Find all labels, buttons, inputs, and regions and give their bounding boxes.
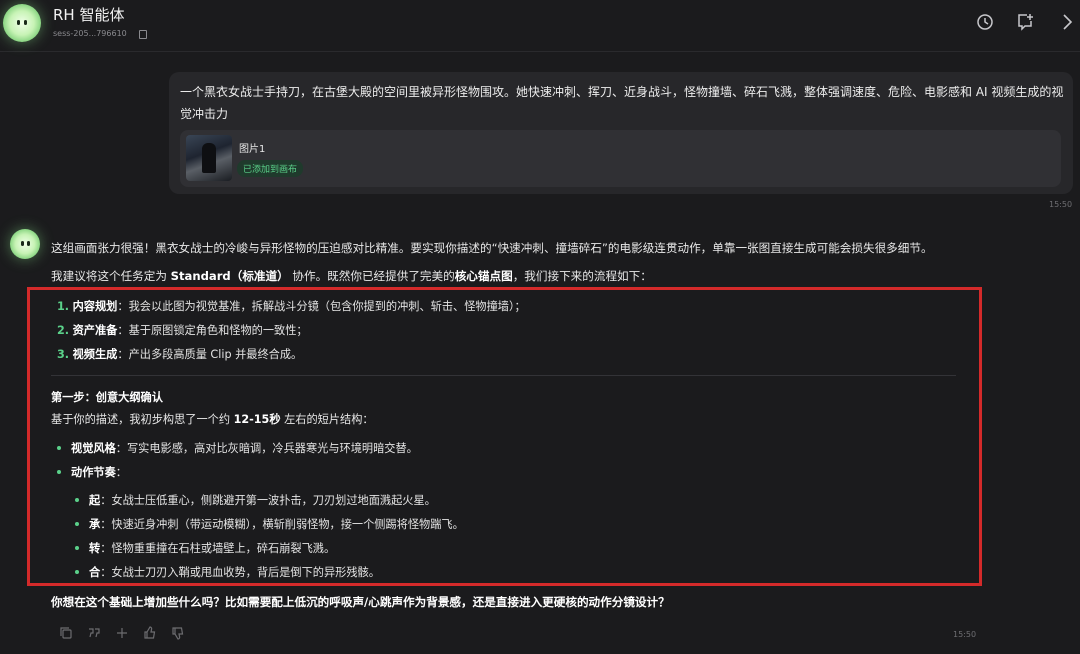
copy-icon[interactable]: [59, 626, 73, 640]
beat-title: 转: [89, 542, 101, 555]
ai-plan-text: 我建议将这个任务定为 Standard（标准道） 协作。既然你已经提供了完美的核…: [51, 268, 652, 284]
user-message-bubble: 一个黑衣女战士手持刀，在古堡大殿的空间里被异形怪物围攻。她快速冲刺、挥刀、近身战…: [169, 72, 1073, 194]
step-title: 内容规划: [72, 300, 118, 313]
chat-header: RH 智能体 sess-205...796610: [0, 0, 1080, 52]
beat-title: 承: [89, 518, 101, 531]
bullet-dot: [75, 546, 79, 550]
quote-icon[interactable]: [87, 626, 101, 640]
new-chat-icon[interactable]: [1016, 13, 1034, 31]
bullet-item: 动作节奏：: [57, 464, 127, 480]
bullet-dot: [75, 522, 79, 526]
bullet-text: ：: [115, 466, 127, 479]
attachment-thumbnail[interactable]: [186, 135, 232, 181]
plan-anchor: 核心锚点图: [454, 269, 513, 283]
bullet-item: 视觉风格：写实电影感，高对比灰暗调，冷兵器寒光与环境明暗交替。: [57, 440, 418, 456]
ai-avatar: [10, 229, 40, 259]
attachment-name: 图片1: [239, 144, 266, 155]
beat-item: 起：女战士压低重心，侧跳避开第一波扑击，刀刃划过地面溅起火星。: [75, 492, 436, 508]
plan-mid: 协作。既然你已经提供了完美的: [288, 269, 455, 283]
step-title: 视频生成: [72, 348, 118, 361]
plan-post: ，我们接下来的流程如下：: [512, 269, 652, 283]
structure-duration: 12-15秒: [233, 413, 281, 426]
step-number: 2.: [57, 324, 70, 337]
bullet-dot: [57, 470, 61, 474]
chevron-right-icon[interactable]: [1058, 13, 1076, 31]
ai-intro-text: 这组画面张力很强！黑衣女战士的冷峻与异形怪物的压迫感对比精准。要实现你描述的“快…: [51, 241, 933, 255]
beat-title: 起: [89, 494, 101, 507]
session-id: sess-205...796610: [53, 29, 127, 38]
ai-message-time: 15:50: [953, 630, 977, 639]
step-item: 3. 视频生成：产出多段高质量 Clip 并最终合成。: [57, 346, 302, 362]
structure-text: 基于你的描述，我初步构思了一个约 12-15秒 左右的短片结构：: [51, 411, 374, 427]
user-message-text: 一个黑衣女战士手持刀，在古堡大殿的空间里被异形怪物围攻。她快速冲刺、挥刀、近身战…: [180, 85, 1064, 121]
thumbs-down-icon[interactable]: [171, 626, 185, 640]
beat-item: 合：女战士刀刃入鞘或甩血收势，背后是倒下的异形残骸。: [75, 564, 380, 580]
attachment-status-badge: 已添加到画布: [237, 160, 304, 177]
beat-text: ：女战士刀刃入鞘或甩血收势，背后是倒下的异形残骸。: [100, 566, 380, 579]
beat-text: ：快速近身冲刺（带运动模糊），横斩削弱怪物，接一个侧踢将怪物踹飞。: [100, 518, 464, 531]
plan-mode: Standard（标准道）: [170, 269, 289, 283]
plan-pre: 我建议将这个任务定为: [51, 269, 171, 283]
step-text: ：产出多段高质量 Clip 并最终合成。: [117, 348, 303, 361]
agent-title: RH 智能体: [53, 6, 125, 24]
bullet-dot: [75, 570, 79, 574]
bullet-title: 视觉风格: [71, 442, 116, 455]
agent-avatar: [3, 4, 41, 42]
beat-text: ：怪物重重撞在石柱或墙壁上，碎石崩裂飞溅。: [100, 542, 336, 555]
beat-text: ：女战士压低重心，侧跳避开第一波扑击，刀刃划过地面溅起火星。: [100, 494, 436, 507]
bullet-dot: [57, 446, 61, 450]
beat-item: 承：快速近身冲刺（带运动模糊），横斩削弱怪物，接一个侧踢将怪物踹飞。: [75, 516, 464, 532]
add-icon[interactable]: [115, 626, 129, 640]
structure-post: 左右的短片结构：: [280, 413, 374, 426]
step-item: 2. 资产准备：基于原图锁定角色和怪物的一致性；: [57, 322, 308, 338]
bullet-title: 动作节奏: [71, 466, 116, 479]
step-title: 资产准备: [72, 324, 118, 337]
section-divider: [51, 375, 956, 376]
beat-item: 转：怪物重重撞在石柱或墙壁上，碎石崩裂飞溅。: [75, 540, 335, 556]
step-item: 1. 内容规划：我会以此图为视觉基准，拆解战斗分镜（包含你提到的冲刺、斩击、怪物…: [57, 298, 526, 314]
history-icon[interactable]: [976, 13, 994, 31]
beat-title: 合: [89, 566, 101, 579]
image-attachment[interactable]: 图片1 已添加到画布: [180, 130, 1061, 187]
step-text: ：基于原图锁定角色和怪物的一致性；: [117, 324, 308, 337]
copy-session-icon[interactable]: [139, 30, 147, 39]
thumbs-up-icon[interactable]: [143, 626, 157, 640]
ai-question: 你想在这个基础上增加些什么吗？比如需要配上低沉的呼吸声/心跳声作为背景感，还是直…: [51, 594, 670, 610]
section-title-text: 第一步：创意大纲确认: [51, 391, 163, 404]
bullet-dot: [75, 498, 79, 502]
ai-question-text: 你想在这个基础上增加些什么吗？比如需要配上低沉的呼吸声/心跳声作为背景感，还是直…: [51, 595, 670, 609]
section-title: 第一步：创意大纲确认: [51, 389, 163, 405]
bullet-text: ：写实电影感，高对比灰暗调，冷兵器寒光与环境明暗交替。: [115, 442, 418, 455]
step-text: ：我会以此图为视觉基准，拆解战斗分镜（包含你提到的冲刺、斩击、怪物撞墙）；: [117, 300, 526, 313]
step-number: 1.: [57, 300, 70, 313]
structure-pre: 基于你的描述，我初步构思了一个约: [51, 413, 234, 426]
step-number: 3.: [57, 348, 70, 361]
user-message-time: 15:50: [1049, 200, 1073, 209]
